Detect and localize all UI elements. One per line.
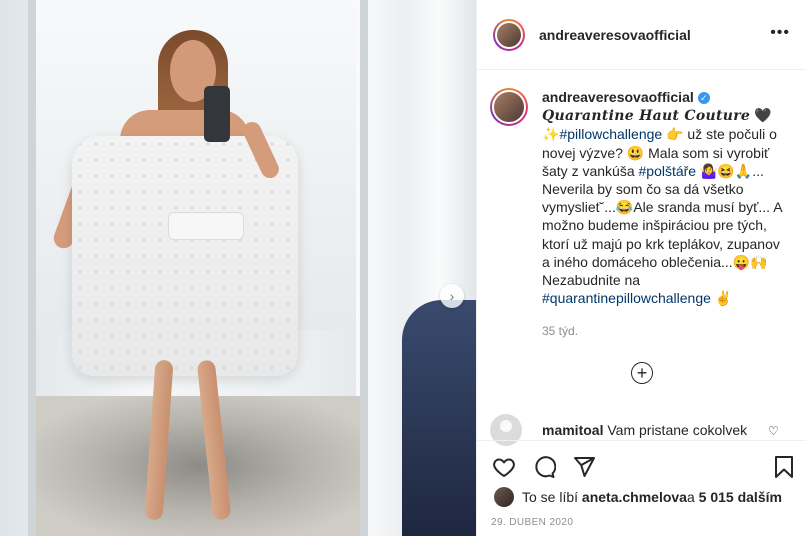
comment-like-icon[interactable]: ♡ — [768, 424, 779, 438]
liker-avatar[interactable] — [494, 487, 514, 507]
likes-count[interactable]: 5 015 dalším — [699, 489, 782, 505]
post-date[interactable]: 29. DUBEN 2020 — [491, 517, 573, 528]
heart-icon — [493, 458, 515, 477]
plus-icon: + — [636, 362, 648, 383]
save-button[interactable] — [770, 453, 798, 481]
hashtag-quarantinepillowchallenge[interactable]: #quarantinepillowchallenge — [542, 290, 711, 306]
photo-phone — [204, 86, 230, 142]
photo-sofa — [402, 300, 476, 536]
caption-part: 🤷‍♀️😆🙏... Neverila by som čo sa dá všetk… — [542, 162, 782, 289]
comment-text: mamitoal Vam pristane cokolvek — [542, 422, 747, 438]
next-photo-button[interactable]: › — [440, 284, 464, 308]
caption-text: andreaveresovaofficial ✓ Quarantine Haut … — [542, 88, 788, 307]
instagram-post: › andreaveresovaofficial ••• andreaveres… — [0, 0, 806, 536]
comment-username[interactable]: mamitoal — [542, 422, 603, 438]
caption-time: 35 týd. — [542, 324, 579, 338]
action-bar — [476, 440, 806, 490]
more-horizontal-icon[interactable]: ••• — [770, 24, 790, 42]
like-button[interactable] — [490, 453, 518, 481]
load-more-comments-button[interactable]: + — [631, 362, 653, 384]
hashtag-polstare[interactable]: #polštáře — [639, 163, 697, 179]
caption: andreaveresovaofficial ✓ Quarantine Haut … — [490, 88, 790, 307]
send-icon — [574, 457, 595, 477]
likes-prefix: To se líbí — [522, 489, 579, 505]
bookmark-icon — [775, 456, 793, 478]
likes-summary: To se líbí aneta.chmelova a 5 015 dalším — [494, 487, 782, 507]
comment-icon — [535, 456, 556, 478]
header-username[interactable]: andreaveresovaofficial — [539, 27, 691, 43]
avatar[interactable] — [493, 18, 525, 51]
photo-belt — [168, 212, 244, 240]
comment-body: Vam pristane cokolvek — [607, 422, 748, 438]
caption-part: ✌ — [710, 290, 733, 307]
caption-avatar[interactable] — [490, 88, 528, 126]
post-photo[interactable]: › — [0, 0, 476, 536]
verified-badge-icon: ✓ — [697, 92, 710, 105]
post-header: andreaveresovaofficial ••• — [477, 0, 806, 70]
liker-username[interactable]: aneta.chmelova — [582, 489, 687, 505]
caption-part: ✨ — [542, 126, 560, 143]
share-button[interactable] — [570, 453, 598, 481]
comment-button[interactable] — [530, 453, 558, 481]
likes-middle: a — [686, 489, 695, 505]
chevron-right-icon: › — [449, 288, 455, 304]
black-heart-emoji: 🖤 — [754, 107, 772, 124]
caption-title: Quarantine Haut Couture — [542, 108, 751, 125]
caption-username[interactable]: andreaveresovaofficial — [542, 89, 694, 105]
hashtag-pillowchallenge[interactable]: #pillowchallenge — [559, 126, 662, 142]
